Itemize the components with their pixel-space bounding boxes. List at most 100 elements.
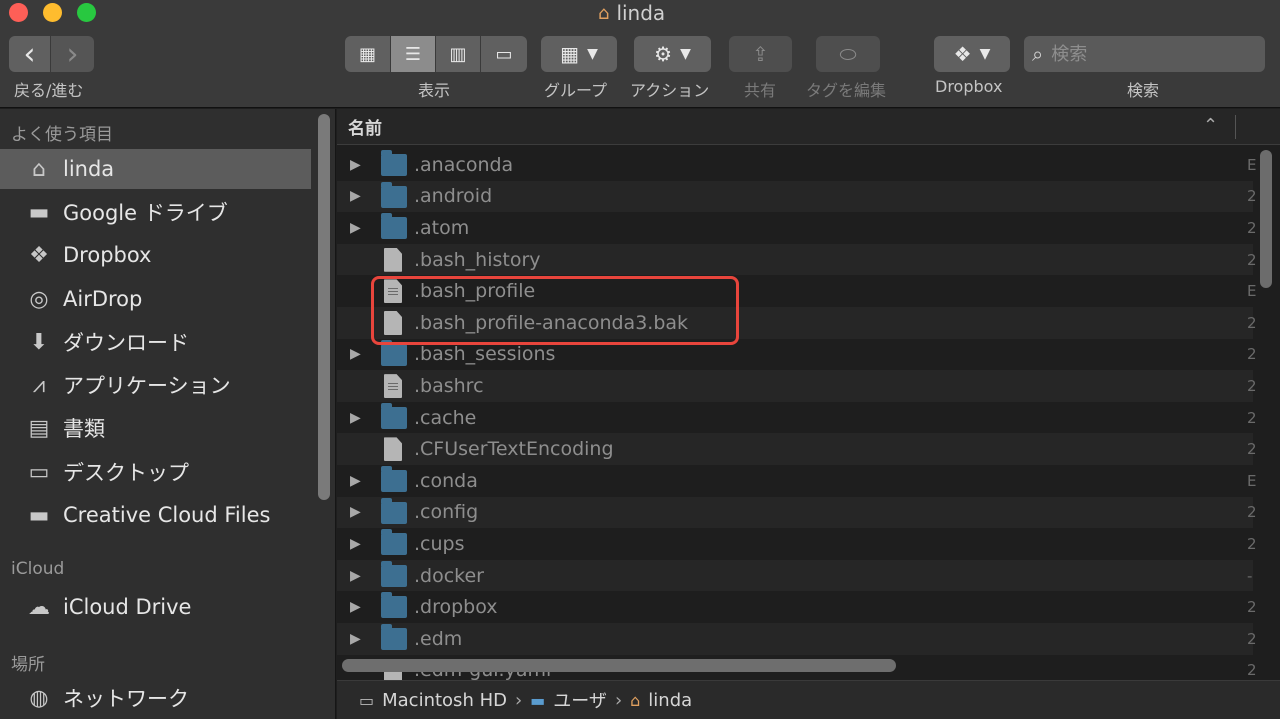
file-row[interactable]: .bash_history 2 bbox=[337, 243, 1257, 276]
list-view-button[interactable]: ☰ bbox=[391, 36, 436, 72]
sidebar-heading-favorites: よく使う項目 bbox=[11, 125, 113, 145]
action-button[interactable]: ⚙ ▼ bbox=[634, 36, 711, 72]
zoom-window-button[interactable] bbox=[77, 3, 96, 22]
icon-view-button[interactable]: ▦ bbox=[345, 36, 391, 72]
column-view-button[interactable]: ▥ bbox=[436, 36, 481, 72]
document-icon bbox=[384, 247, 402, 272]
truncated-column-value: 2 bbox=[1247, 218, 1257, 237]
file-row[interactable]: ▶ .android 2 bbox=[337, 180, 1257, 213]
close-window-button[interactable] bbox=[9, 3, 28, 22]
path-item[interactable]: linda bbox=[648, 690, 692, 711]
file-name: .dropbox bbox=[414, 596, 498, 619]
folder-icon: ▬ bbox=[28, 502, 50, 528]
disclosure-triangle-icon[interactable]: ▶ bbox=[350, 346, 364, 362]
folder-icon bbox=[381, 465, 407, 492]
disclosure-triangle-icon[interactable]: ▶ bbox=[350, 220, 364, 236]
file-row[interactable]: ▶ .anaconda E bbox=[337, 149, 1257, 181]
file-name: .CFUserTextEncoding bbox=[414, 438, 614, 461]
file-rows: ▶ .anaconda E ▶ .android 2 ▶ .atom 2 .bash_histor… bbox=[337, 149, 1257, 686]
disclosure-triangle-icon[interactable]: ▶ bbox=[350, 536, 364, 552]
sidebar-item-desktop[interactable]: ▭ デスクトップ bbox=[0, 452, 311, 492]
disclosure-triangle-icon[interactable]: ▶ bbox=[350, 157, 364, 173]
file-row[interactable]: ▶ .docker - bbox=[337, 559, 1253, 592]
sidebar-item-label: linda bbox=[63, 157, 115, 181]
disclosure-triangle-icon[interactable]: ▶ bbox=[350, 188, 364, 204]
file-row[interactable]: ▶ .cups 2 bbox=[337, 528, 1257, 560]
group-button[interactable]: ▦ ▼ bbox=[541, 36, 617, 72]
file-row[interactable]: ▶ .conda E bbox=[337, 465, 1256, 497]
sidebar-item-creative-cloud[interactable]: ▬ Creative Cloud Files bbox=[0, 495, 311, 535]
back-button[interactable]: ‹ bbox=[9, 36, 51, 72]
folder-icon bbox=[381, 213, 407, 240]
search-field[interactable]: ⌕ bbox=[1024, 36, 1265, 72]
chevron-right-icon: › bbox=[66, 36, 79, 72]
file-row[interactable]: ▶ .atom 2 bbox=[337, 212, 1257, 244]
disclosure-triangle-icon[interactable]: ▶ bbox=[350, 473, 364, 489]
disclosure-triangle-icon[interactable]: ▶ bbox=[350, 599, 364, 615]
vertical-scrollbar[interactable] bbox=[1260, 150, 1272, 288]
truncated-column-value: E bbox=[1247, 155, 1257, 174]
forward-button[interactable]: › bbox=[51, 36, 94, 72]
annotation-highlight-box bbox=[371, 276, 739, 345]
sidebar-item-google-drive[interactable]: ▬ Google ドライブ bbox=[0, 192, 311, 232]
truncated-column-value: 2 bbox=[1247, 345, 1257, 364]
truncated-column-value: 2 bbox=[1247, 440, 1257, 459]
path-item[interactable]: Macintosh HD bbox=[382, 690, 507, 711]
sidebar-scrollbar[interactable] bbox=[318, 114, 330, 500]
disclosure-triangle-icon[interactable]: ▶ bbox=[350, 631, 364, 647]
sidebar-item-label: アプリケーション bbox=[63, 374, 231, 398]
sort-ascending-icon[interactable]: ⌃ bbox=[1203, 115, 1218, 136]
folder-icon bbox=[381, 181, 407, 208]
disclosure-triangle-icon[interactable]: ▶ bbox=[350, 568, 364, 584]
home-icon: ⌂ bbox=[598, 2, 610, 24]
disclosure-triangle-icon[interactable]: ▶ bbox=[350, 410, 364, 426]
file-row[interactable]: ▶ .edm 2 bbox=[337, 622, 1257, 655]
view-mode-control: ▦ ☰ ▥ ▭ bbox=[345, 36, 527, 72]
file-name: .bash_sessions bbox=[414, 343, 556, 366]
file-row[interactable]: .CFUserTextEncoding 2 bbox=[337, 433, 1257, 465]
minimize-window-button[interactable] bbox=[43, 3, 62, 22]
file-name: .anaconda bbox=[414, 153, 514, 176]
sidebar-heading-icloud: iCloud bbox=[11, 559, 65, 579]
sidebar-item-documents[interactable]: ▤ 書類 bbox=[0, 408, 311, 448]
column-header-name[interactable]: 名前 bbox=[337, 114, 382, 139]
search-input[interactable] bbox=[1051, 43, 1232, 65]
file-row[interactable]: ▶ .config 2 bbox=[337, 496, 1257, 529]
file-row[interactable]: ▶ .dropbox 2 bbox=[337, 591, 1257, 623]
share-button[interactable]: ⇪ bbox=[729, 36, 792, 72]
sidebar-item-label: Creative Cloud Files bbox=[63, 503, 271, 527]
gallery-view-button[interactable]: ▭ bbox=[481, 36, 527, 72]
path-bar: ▭ Macintosh HD › ▬ ユーザ › ⌂ linda bbox=[337, 680, 1280, 719]
sidebar-item-airdrop[interactable]: ◎ AirDrop bbox=[0, 279, 311, 319]
file-row[interactable]: ▶ .cache 2 bbox=[337, 402, 1257, 434]
file-row[interactable]: .bashrc 2 bbox=[337, 370, 1257, 402]
truncated-column-value: - bbox=[1247, 566, 1253, 585]
file-name: .atom bbox=[414, 216, 470, 239]
truncated-column-value: 2 bbox=[1247, 187, 1257, 206]
sidebar-item-applications[interactable]: ⩘ アプリケーション bbox=[0, 365, 311, 405]
desktop-icon: ▭ bbox=[28, 459, 50, 485]
file-name: .bashrc bbox=[414, 374, 484, 397]
dropbox-button[interactable]: ❖ ▼ bbox=[934, 36, 1010, 72]
folder-icon bbox=[381, 529, 407, 556]
horizontal-scrollbar[interactable] bbox=[342, 659, 896, 672]
view-label: 表示 bbox=[418, 81, 451, 100]
grid-icon: ▦ bbox=[358, 43, 376, 65]
sidebar-item-network[interactable]: ◍ ネットワーク bbox=[0, 678, 311, 718]
truncated-column-value: 2 bbox=[1247, 376, 1257, 395]
folder-icon bbox=[381, 560, 407, 587]
window-title: ⌂ linda bbox=[598, 1, 666, 25]
file-list: 名前 ⌃ ▶ .anaconda E ▶ .android 2 ▶ .atom 2 .bash_h… bbox=[337, 109, 1280, 719]
edit-tags-button[interactable]: ⬭ bbox=[816, 36, 880, 72]
column-divider[interactable] bbox=[1235, 115, 1236, 139]
sidebar-item-label: ネットワーク bbox=[63, 687, 189, 711]
path-item[interactable]: ユーザ bbox=[553, 687, 607, 713]
sidebar-item-downloads[interactable]: ⬇ ダウンロード bbox=[0, 322, 311, 362]
dropbox-label: Dropbox bbox=[935, 77, 1003, 96]
search-icon: ⌕ bbox=[1032, 42, 1044, 66]
sidebar-item-icloud-drive[interactable]: ☁ iCloud Drive bbox=[0, 587, 311, 627]
sidebar-item-dropbox[interactable]: ❖ Dropbox bbox=[0, 235, 311, 275]
sidebar-item-home[interactable]: ⌂ linda bbox=[0, 149, 311, 189]
disclosure-triangle-icon[interactable]: ▶ bbox=[350, 504, 364, 520]
chevron-down-icon: ▼ bbox=[979, 46, 991, 62]
